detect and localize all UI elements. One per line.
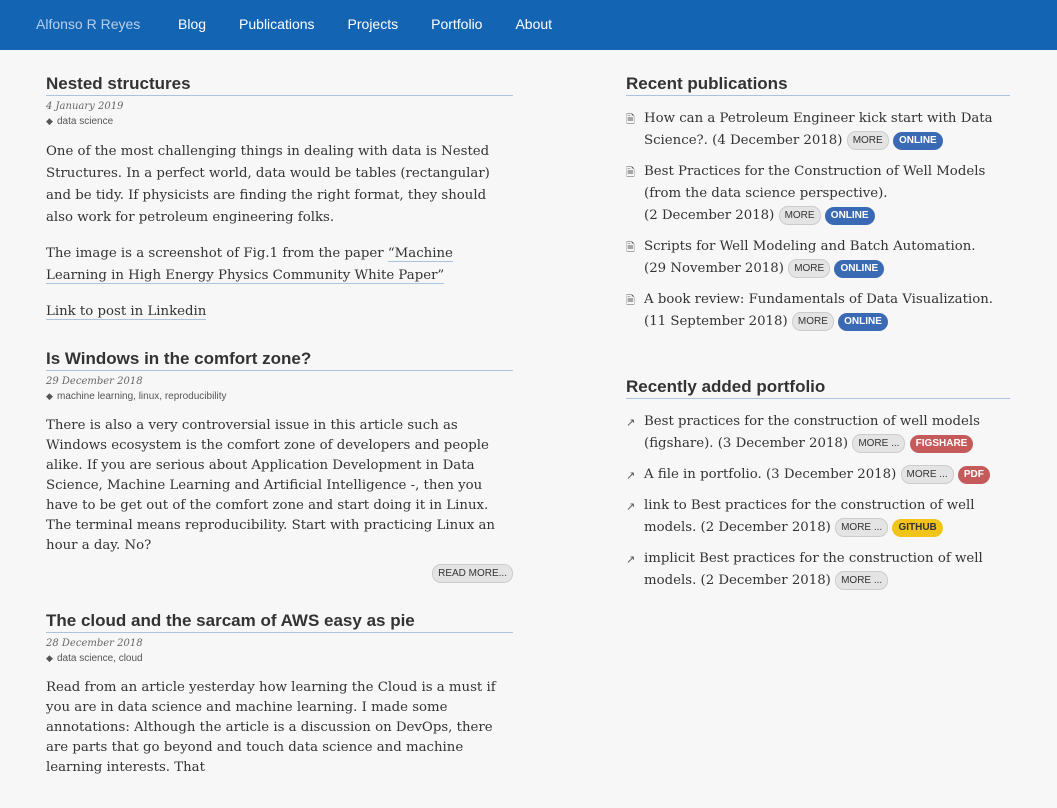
publication-link[interactable]: A book review: Fundamentals of Data Visu… xyxy=(644,292,993,307)
post-title[interactable]: The cloud and the sarcam of AWS easy as … xyxy=(46,611,513,633)
portfolio-item: ↗ link to Best practices for the constru… xyxy=(626,495,1010,539)
nav-publications[interactable]: Publications xyxy=(239,16,315,32)
section-title: Recent publications xyxy=(626,74,1010,96)
post: Nested structures 4 January 2019 ◆ data s… xyxy=(46,74,513,323)
post: The cloud and the sarcam of AWS easy as … xyxy=(46,611,513,778)
post-paragraph: The image is a screenshot of Fig.1 from … xyxy=(46,243,513,287)
pdf-badge[interactable]: PDF xyxy=(957,466,990,484)
portfolio-link[interactable]: implicit Best practices for the construc… xyxy=(644,551,983,588)
publication-item: 🗎 How can a Petroleum Engineer kick star… xyxy=(626,108,1010,152)
publication-link[interactable]: Best Practices for the Construction of W… xyxy=(644,164,985,201)
more-button[interactable]: MORE ... xyxy=(852,434,906,453)
online-badge[interactable]: ONLINE xyxy=(834,260,885,278)
post-tag-list[interactable]: data science, cloud xyxy=(57,653,143,664)
more-button[interactable]: MORE ... xyxy=(835,571,889,590)
chart-line-icon: ↗ xyxy=(626,553,636,566)
publication-link[interactable]: Scripts for Well Modeling and Batch Auto… xyxy=(644,239,976,254)
file-icon: 🗎 xyxy=(626,241,635,254)
more-button[interactable]: MORE xyxy=(846,131,889,150)
nav-blog[interactable]: Blog xyxy=(178,16,206,32)
post: Is Windows in the comfort zone? 29 Decem… xyxy=(46,349,513,583)
post-tag-list[interactable]: data science xyxy=(57,116,113,127)
more-button[interactable]: MORE xyxy=(791,312,834,331)
tags-icon: ◆ xyxy=(46,391,53,401)
publication-date: (11 September 2018) xyxy=(644,314,788,329)
chart-line-icon: ↗ xyxy=(626,500,636,513)
recent-publications-section: Recent publications 🗎 How can a Petroleu… xyxy=(626,74,1010,333)
publication-item: 🗎 Best Practices for the Construction of… xyxy=(626,161,1010,227)
site-brand[interactable]: Alfonso R Reyes xyxy=(36,16,140,32)
post-date: 28 December 2018 xyxy=(46,638,143,649)
blog-post-list: Nested structures 4 January 2019 ◆ data s… xyxy=(46,74,513,808)
nav-about[interactable]: About xyxy=(515,16,552,32)
sidebar: Recent publications 🗎 How can a Petroleu… xyxy=(626,74,1010,636)
recent-portfolio-section: Recently added portfolio ↗ Best practice… xyxy=(626,377,1010,592)
tags-icon: ◆ xyxy=(46,116,53,126)
read-more-wrap: READ MORE... xyxy=(46,562,513,583)
nav-portfolio[interactable]: Portfolio xyxy=(431,16,482,32)
tags-icon: ◆ xyxy=(46,653,53,663)
top-navbar: Alfonso R Reyes Blog Publications Projec… xyxy=(0,0,1057,50)
post-paragraph: There is also a very controversial issue… xyxy=(46,418,495,553)
post-paragraph: Read from an article yesterday how learn… xyxy=(46,680,496,775)
post-tags: ◆ machine learning, linux, reproducibilit… xyxy=(46,391,513,402)
main-nav: Blog Publications Projects Portfolio Abo… xyxy=(178,16,585,32)
file-icon: 🗎 xyxy=(626,166,635,179)
post-title[interactable]: Is Windows in the comfort zone? xyxy=(46,349,513,371)
online-badge[interactable]: ONLINE xyxy=(892,132,943,150)
file-icon: 🗎 xyxy=(626,113,635,126)
portfolio-item: ↗ Best practices for the construction of… xyxy=(626,411,1010,455)
chart-line-icon: ↗ xyxy=(626,416,636,429)
more-button[interactable]: MORE ... xyxy=(900,465,954,484)
post-date: 4 January 2019 xyxy=(46,101,124,112)
linkedin-link[interactable]: Link to post in Linkedin xyxy=(46,304,207,320)
more-button[interactable]: MORE xyxy=(788,259,831,278)
github-badge[interactable]: GITHUB xyxy=(892,519,943,537)
chart-line-icon: ↗ xyxy=(626,469,636,482)
more-button[interactable]: MORE xyxy=(778,206,821,225)
post-paragraph: Link to post in Linkedin xyxy=(46,301,513,323)
publication-item: 🗎 Scripts for Well Modeling and Batch Au… xyxy=(626,236,1010,280)
more-button[interactable]: MORE ... xyxy=(835,518,889,537)
file-icon: 🗎 xyxy=(626,294,635,307)
post-tags: ◆ data science xyxy=(46,116,513,127)
publication-date: (29 November 2018) xyxy=(644,261,784,276)
portfolio-link[interactable]: A file in portfolio. (3 December 2018) xyxy=(644,467,896,482)
online-badge[interactable]: ONLINE xyxy=(824,207,875,225)
post-tag-list[interactable]: machine learning, linux, reproducibility xyxy=(57,391,227,402)
post-paragraph: One of the most challenging things in de… xyxy=(46,144,490,225)
publication-date: (2 December 2018) xyxy=(644,208,775,223)
post-title[interactable]: Nested structures xyxy=(46,74,513,96)
section-title: Recently added portfolio xyxy=(626,377,1010,399)
figshare-badge[interactable]: FIGSHARE xyxy=(909,435,974,453)
nav-projects[interactable]: Projects xyxy=(348,16,399,32)
portfolio-item: ↗ implicit Best practices for the constr… xyxy=(626,548,1010,592)
post-text: The image is a screenshot of Fig.1 from … xyxy=(46,246,388,261)
portfolio-item: ↗ A file in portfolio. (3 December 2018)… xyxy=(626,464,1010,486)
publication-item: 🗎 A book review: Fundamentals of Data Vi… xyxy=(626,289,1010,333)
post-tags: ◆ data science, cloud xyxy=(46,653,513,664)
online-badge[interactable]: ONLINE xyxy=(838,313,888,331)
post-date: 29 December 2018 xyxy=(46,376,143,387)
read-more-button[interactable]: READ MORE... xyxy=(432,564,513,583)
